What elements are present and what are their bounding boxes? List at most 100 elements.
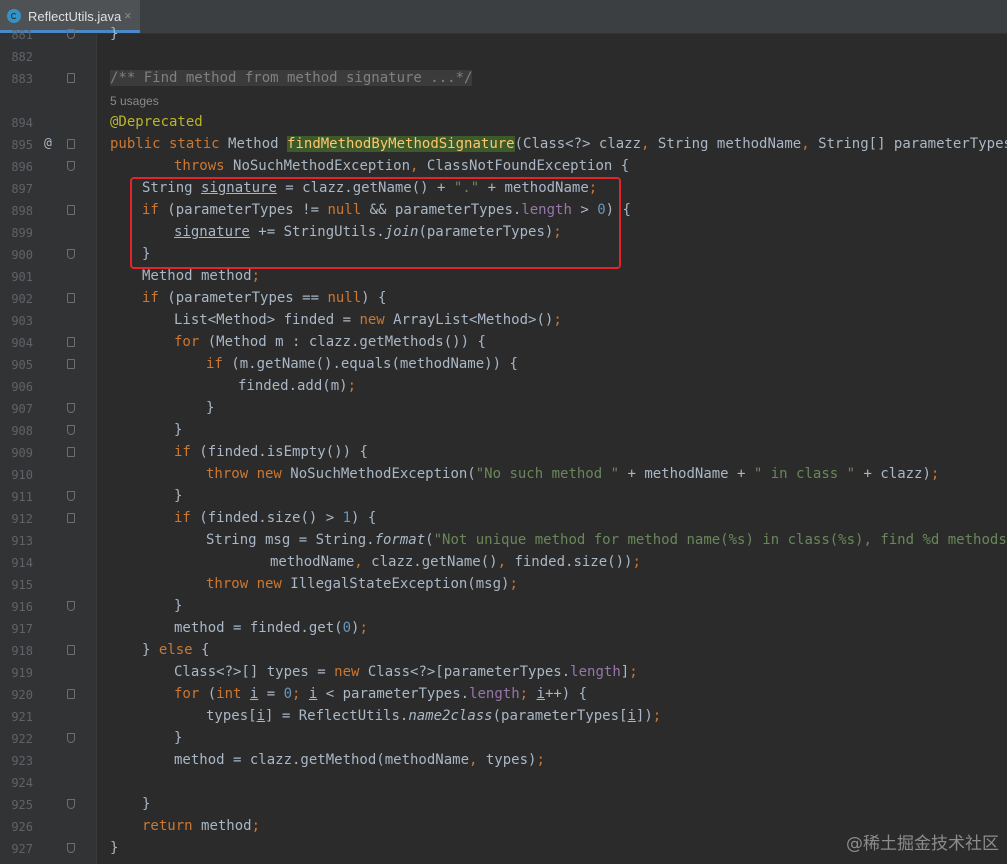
fold-marker-icon[interactable] [67,645,75,655]
fold-marker-icon[interactable] [67,601,75,611]
code-token: name2class [408,708,493,724]
code-text: } [110,840,118,856]
code-line[interactable]: 915 throw new IllegalStateException(msg); [0,574,1007,596]
code-line[interactable]: 883 /** Find method from method signature… [0,68,1007,90]
tab-label: ReflectUtils.java [28,9,122,24]
fold-marker-icon[interactable] [67,73,75,83]
code-text: for (int i = 0; i < parameterTypes.lengt… [174,686,587,702]
fold-marker-icon[interactable] [67,491,75,501]
code-line[interactable]: 903 List<Method> finded = new ArrayList<M… [0,310,1007,332]
code-token: ] = ReflectUtils. [265,708,409,724]
code-line[interactable]: 5 usages [0,90,1007,112]
code-token: for [174,686,208,702]
code-token: types[ [206,708,257,724]
code-text: Class<?>[] types = new Class<?>[paramete… [174,664,638,680]
override-marker-icon[interactable]: @ [44,136,52,151]
code-token: throw new [206,466,291,482]
code-line[interactable]: 920 for (int i = 0; i < parameterTypes.le… [0,684,1007,706]
code-line[interactable]: 901 Method method; [0,266,1007,288]
code-line[interactable]: 908} [0,420,1007,442]
line-number: 906 [11,380,33,394]
code-token: , [410,158,427,174]
fold-marker-icon[interactable] [67,843,75,853]
line-number: 900 [11,248,33,262]
fold-marker-icon[interactable] [67,689,75,699]
code-line[interactable]: 919 Class<?>[] types = new Class<?>[param… [0,662,1007,684]
code-token: = [258,686,284,702]
code-token: method [201,818,252,834]
code-text: throw new IllegalStateException(msg); [206,576,518,592]
code-line[interactable]: 905 if (m.getName().equals(methodName)) { [0,354,1007,376]
close-icon[interactable]: × [124,8,132,23]
code-token: public static [110,136,229,152]
code-line[interactable]: 912 if (finded.size() > 1) { [0,508,1007,530]
fold-marker-icon[interactable] [67,425,75,435]
fold-marker-icon[interactable] [67,337,75,347]
code-text: if (parameterTypes == null) { [142,290,386,306]
fold-marker-icon[interactable] [67,403,75,413]
code-line[interactable]: 925} [0,794,1007,816]
java-class-icon [7,9,21,23]
code-line[interactable]: 914 methodName, clazz.getName(), finded.s… [0,552,1007,574]
code-line[interactable]: 907} [0,398,1007,420]
line-number: 922 [11,732,33,746]
code-line[interactable]: 902 if (parameterTypes == null) { [0,288,1007,310]
code-line[interactable]: 917 method = finded.get(0); [0,618,1007,640]
code-line[interactable]: 918} else { [0,640,1007,662]
code-token: new [359,312,394,328]
fold-marker-icon[interactable] [67,205,75,215]
code-editor[interactable]: 881} 882 883 /** Find method from method si… [0,26,1007,864]
code-line[interactable]: 906 finded.add(m); [0,376,1007,398]
code-text: String msg = String.format("Not unique m… [206,532,1007,548]
code-line[interactable]: 881} [0,24,1007,46]
code-line[interactable]: 904 for (Method m : clazz.getMethods()) { [0,332,1007,354]
code-line[interactable]: 922} [0,728,1007,750]
line-number: 919 [11,666,33,680]
code-line[interactable]: 882 [0,46,1007,68]
line-number: 925 [11,798,33,812]
code-token: + methodName + [619,466,754,482]
code-token: , [354,554,372,570]
code-line[interactable]: 921 types[i] = ReflectUtils.name2class(pa… [0,706,1007,728]
code-line[interactable]: 909 if (finded.isEmpty()) { [0,442,1007,464]
fold-marker-icon[interactable] [67,249,75,259]
code-token: for [174,334,208,350]
line-number: 914 [11,556,33,570]
fold-marker-icon[interactable] [67,29,75,39]
code-token: "Not unique method for method name(%s) i… [433,532,1007,548]
code-line[interactable]: 916} [0,596,1007,618]
fold-marker-icon[interactable] [67,799,75,809]
code-line[interactable]: 913 String msg = String.format("Not uniqu… [0,530,1007,552]
fold-marker-icon[interactable] [67,161,75,171]
code-text: } [110,26,118,42]
code-token: { [201,642,210,658]
fold-marker-icon[interactable] [67,447,75,457]
code-line[interactable]: 894 @Deprecated [0,112,1007,134]
fold-marker-icon[interactable] [67,359,75,369]
fold-marker-icon[interactable] [67,513,75,523]
code-line[interactable]: 896 throws NoSuchMethodException, ClassNo… [0,156,1007,178]
fold-marker-icon[interactable] [67,733,75,743]
line-number: 881 [11,28,33,42]
fold-marker-icon[interactable] [67,139,75,149]
code-token: method = clazz.getMethod(methodName [174,752,470,768]
code-token: ; [652,708,662,724]
code-token: method = finded.get( [174,620,343,636]
code-token: ( [207,686,217,702]
line-number: 899 [11,226,33,240]
code-line[interactable]: 924 [0,772,1007,794]
code-token: String msg = String. [206,532,375,548]
code-token: ; [553,312,562,328]
code-text: types[i] = ReflectUtils.name2class(param… [206,708,661,724]
code-token: i [536,686,545,702]
code-line[interactable]: 923 method = clazz.getMethod(methodName, … [0,750,1007,772]
line-number: 882 [11,50,33,64]
code-token: ]) [635,708,653,724]
code-line[interactable]: 910 throw new NoSuchMethodException("No s… [0,464,1007,486]
code-line[interactable]: 895 @ public static Method findMethodByMet… [0,134,1007,156]
line-number: 916 [11,600,33,614]
usages-hint[interactable]: 5 usages [110,94,159,108]
fold-marker-icon[interactable] [67,293,75,303]
code-token: else [158,642,202,658]
code-line[interactable]: 911} [0,486,1007,508]
